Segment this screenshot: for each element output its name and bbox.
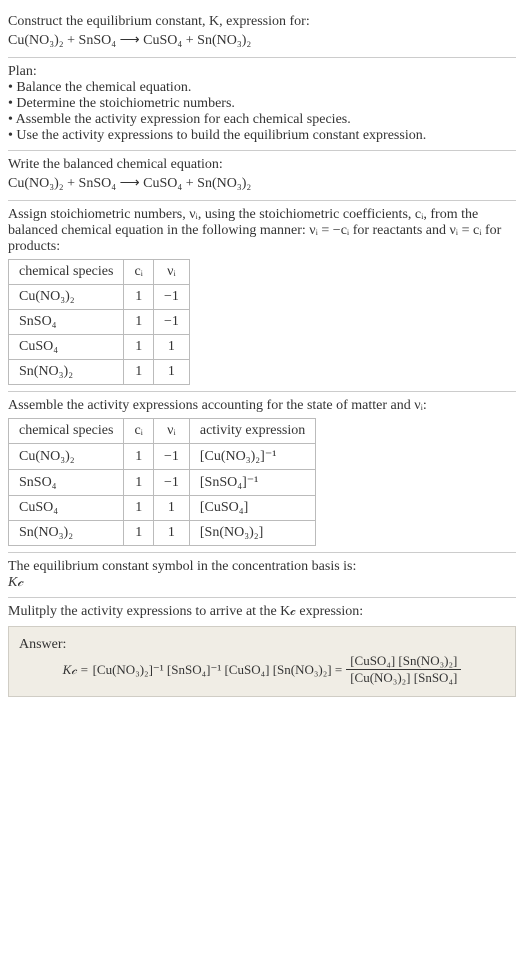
symbol-line: The equilibrium constant symbol in the c… <box>8 559 516 575</box>
header-vi: νᵢ <box>153 260 189 285</box>
header-vi: νᵢ <box>153 419 189 444</box>
table-row: Cu(NO₃)₂ 1 −1 <box>9 285 190 310</box>
header-ci: cᵢ <box>124 419 154 444</box>
cell-ci: 1 <box>124 360 154 385</box>
intro-section: Construct the equilibrium constant, K, e… <box>8 8 516 58</box>
answer-box: Answer: K𝒸 = [Cu(NO₃)₂]⁻¹ [SnSO₄]⁻¹ [CuS… <box>8 626 516 697</box>
plan-bullet-3: • Assemble the activity expression for e… <box>8 112 516 128</box>
cell-expr: [SnSO₄]⁻¹ <box>189 470 315 496</box>
answer-lhs: [Cu(NO₃)₂]⁻¹ [SnSO₄]⁻¹ [CuSO₄] [Sn(NO₃)₂… <box>93 662 343 678</box>
cell-vi: −1 <box>153 310 189 335</box>
multiply-section: Mulitply the activity expressions to arr… <box>8 598 516 703</box>
answer-fraction: [CuSO₄] [Sn(NO₃)₂] [Cu(NO₃)₂] [SnSO₄] <box>346 653 461 686</box>
cell-ci: 1 <box>124 521 154 546</box>
cell-vi: −1 <box>153 470 189 496</box>
cell-species: CuSO₄ <box>9 335 124 360</box>
plan-heading: Plan: <box>8 64 516 80</box>
cell-vi: −1 <box>153 444 189 470</box>
cell-species: Cu(NO₃)₂ <box>9 444 124 470</box>
cell-ci: 1 <box>124 496 154 521</box>
activity-table: chemical species cᵢ νᵢ activity expressi… <box>8 418 316 546</box>
balanced-equation: Cu(NO₃)₂ + SnSO₄ ⟶ CuSO₄ + Sn(NO₃)₂ <box>8 173 516 194</box>
cell-ci: 1 <box>124 470 154 496</box>
cell-expr: [Cu(NO₃)₂]⁻¹ <box>189 444 315 470</box>
answer-expression: K𝒸 = [Cu(NO₃)₂]⁻¹ [SnSO₄]⁻¹ [CuSO₄] [Sn(… <box>19 653 505 686</box>
plan-bullet-2: • Determine the stoichiometric numbers. <box>8 96 516 112</box>
header-ci: cᵢ <box>124 260 154 285</box>
plan-section: Plan: • Balance the chemical equation. •… <box>8 58 516 151</box>
symbol-kc: K𝒸 <box>8 575 516 591</box>
answer-numerator: [CuSO₄] [Sn(NO₃)₂] <box>346 653 461 670</box>
cell-expr: [Sn(NO₃)₂] <box>189 521 315 546</box>
balanced-section: Write the balanced chemical equation: Cu… <box>8 151 516 201</box>
cell-vi: 1 <box>153 496 189 521</box>
header-species: chemical species <box>9 260 124 285</box>
table-row: Cu(NO₃)₂ 1 −1 [Cu(NO₃)₂]⁻¹ <box>9 444 316 470</box>
answer-denominator: [Cu(NO₃)₂] [SnSO₄] <box>346 670 461 686</box>
intro-text: Construct the equilibrium constant, K, e… <box>8 14 310 29</box>
cell-vi: 1 <box>153 521 189 546</box>
header-species: chemical species <box>9 419 124 444</box>
cell-expr: [CuSO₄] <box>189 496 315 521</box>
table-row: SnSO₄ 1 −1 [SnSO₄]⁻¹ <box>9 470 316 496</box>
intro-line: Construct the equilibrium constant, K, e… <box>8 14 516 30</box>
cell-vi: −1 <box>153 285 189 310</box>
table-row: CuSO₄ 1 1 <box>9 335 190 360</box>
cell-species: Cu(NO₃)₂ <box>9 285 124 310</box>
cell-species: CuSO₄ <box>9 496 124 521</box>
header-expr: activity expression <box>189 419 315 444</box>
cell-vi: 1 <box>153 360 189 385</box>
activity-intro: Assemble the activity expressions accoun… <box>8 398 516 414</box>
intro-equation: Cu(NO₃)₂ + SnSO₄ ⟶ CuSO₄ + Sn(NO₃)₂ <box>8 30 516 51</box>
symbol-section: The equilibrium constant symbol in the c… <box>8 553 516 598</box>
cell-ci: 1 <box>124 335 154 360</box>
table-row: CuSO₄ 1 1 [CuSO₄] <box>9 496 316 521</box>
activity-section: Assemble the activity expressions accoun… <box>8 392 516 553</box>
stoich-intro: Assign stoichiometric numbers, νᵢ, using… <box>8 207 516 255</box>
balanced-heading: Write the balanced chemical equation: <box>8 157 516 173</box>
table-row: Sn(NO₃)₂ 1 1 <box>9 360 190 385</box>
stoich-section: Assign stoichiometric numbers, νᵢ, using… <box>8 201 516 392</box>
multiply-line: Mulitply the activity expressions to arr… <box>8 604 516 620</box>
cell-vi: 1 <box>153 335 189 360</box>
cell-ci: 1 <box>124 444 154 470</box>
cell-ci: 1 <box>124 285 154 310</box>
cell-ci: 1 <box>124 310 154 335</box>
cell-species: SnSO₄ <box>9 470 124 496</box>
kc-symbol: K𝒸 = <box>63 662 89 678</box>
stoich-table: chemical species cᵢ νᵢ Cu(NO₃)₂ 1 −1 SnS… <box>8 259 190 385</box>
table-row: Sn(NO₃)₂ 1 1 [Sn(NO₃)₂] <box>9 521 316 546</box>
cell-species: Sn(NO₃)₂ <box>9 360 124 385</box>
answer-label: Answer: <box>19 637 505 653</box>
table-row: chemical species cᵢ νᵢ <box>9 260 190 285</box>
cell-species: Sn(NO₃)₂ <box>9 521 124 546</box>
plan-bullet-4: • Use the activity expressions to build … <box>8 128 516 144</box>
table-row: SnSO₄ 1 −1 <box>9 310 190 335</box>
cell-species: SnSO₄ <box>9 310 124 335</box>
table-row: chemical species cᵢ νᵢ activity expressi… <box>9 419 316 444</box>
plan-bullet-1: • Balance the chemical equation. <box>8 80 516 96</box>
